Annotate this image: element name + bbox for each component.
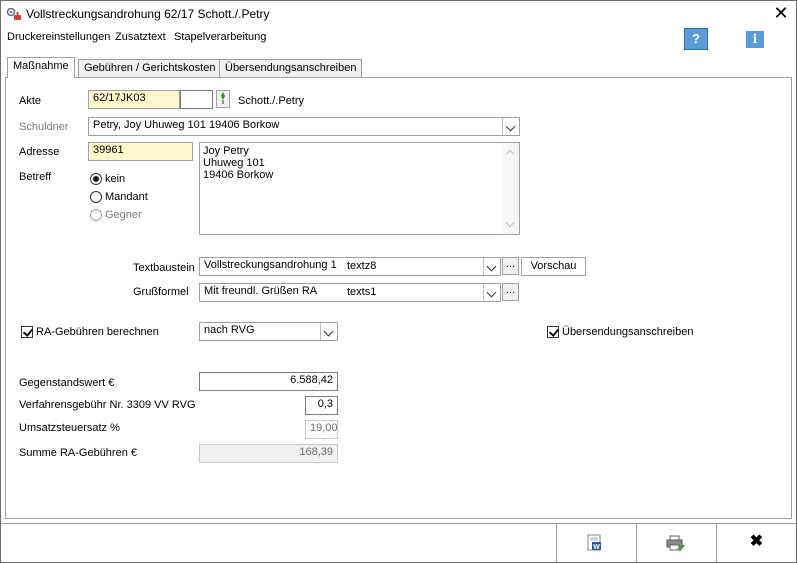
textbaustein-value: Vollstreckungsandrohung 1 xyxy=(204,259,337,271)
ra-gebuehren-label: RA-Gebühren berechnen xyxy=(36,326,159,338)
akte-label: Akte xyxy=(19,95,42,107)
akte-suffix-input[interactable] xyxy=(180,90,213,109)
ust-input[interactable]: 19,00 xyxy=(305,420,338,439)
schuldner-combo[interactable]: Petry, Joy Uhuweg 101 19406 Borkow xyxy=(88,117,520,136)
rvg-combo[interactable]: nach RVG xyxy=(199,322,338,341)
verfahrensgebuehr-label: Verfahrensgebühr Nr. 3309 VV RVG xyxy=(19,399,196,411)
grussformel-value: Mit freundl. Grüßen RA xyxy=(204,285,318,297)
grussformel-browse-button[interactable]: ... xyxy=(502,283,519,301)
textbaustein-label: Textbaustein xyxy=(133,262,195,274)
pin-icon xyxy=(221,92,225,104)
address-line: Uhuweg 101 xyxy=(203,157,265,169)
summe-input: 168,39 xyxy=(199,444,338,463)
menu-zusatztext[interactable]: Zusatztext xyxy=(115,31,166,43)
gegenstandswert-input[interactable]: 6.588,42 xyxy=(199,372,338,391)
grussformel-label: Grußformel xyxy=(133,286,189,298)
close-icon: ✖ xyxy=(749,533,764,550)
betreff-kein-label: kein xyxy=(105,173,126,185)
menu-stapelverarbeitung[interactable]: Stapelverarbeitung xyxy=(174,31,266,43)
help-icon: ? xyxy=(692,31,700,46)
print-button[interactable] xyxy=(636,524,716,562)
address-line: Joy Petry xyxy=(203,145,249,157)
help-button[interactable]: ? xyxy=(684,28,708,50)
word-export-button[interactable]: W xyxy=(556,524,636,562)
akte-input[interactable]: 62/17JK03 xyxy=(88,90,180,109)
textbaustein-browse-button[interactable]: ... xyxy=(502,257,519,275)
betreff-label: Betreff xyxy=(19,171,52,183)
window-close-button[interactable]: ✕ xyxy=(770,3,792,23)
info-icon: i xyxy=(752,32,758,46)
printer-check-icon xyxy=(666,535,685,552)
address-textarea[interactable]: Joy Petry Uhuweg 101 19406 Borkow xyxy=(199,142,520,235)
schuldner-value: Petry, Joy Uhuweg 101 19406 Borkow xyxy=(93,119,280,131)
rvg-value: nach RVG xyxy=(204,324,255,336)
gear-stamp-icon xyxy=(6,7,21,20)
tab-gebuehren[interactable]: Gebühren / Gerichtskosten xyxy=(78,59,222,77)
schuldner-label: Schuldner xyxy=(19,121,69,133)
menu-druckereinstellungen[interactable]: Druckereinstellungen xyxy=(7,31,110,43)
textbaustein-combo[interactable]: Vollstreckungsandrohung 1 textz8 xyxy=(199,257,501,276)
uebersendung-label: Übersendungsanschreiben xyxy=(562,326,694,338)
grussformel-combo[interactable]: Mit freundl. Grüßen RA texts1 xyxy=(199,283,501,302)
chevron-down-icon[interactable] xyxy=(483,284,500,301)
akte-pick-button[interactable] xyxy=(216,90,230,108)
vorschau-button[interactable]: Vorschau xyxy=(521,257,586,276)
gegenstandswert-label: Gegenstandswert € xyxy=(19,377,115,389)
betreff-radio-mandant[interactable] xyxy=(90,191,102,203)
scroll-down-icon xyxy=(505,218,515,228)
tab-uebersendung[interactable]: Übersendungsanschreiben xyxy=(219,59,363,77)
summe-label: Summe RA-Gebühren € xyxy=(19,447,137,459)
scroll-up-icon xyxy=(505,149,515,159)
uebersendung-checkbox[interactable] xyxy=(547,326,559,338)
window-title: Vollstreckungsandrohung 62/17 Schott./.P… xyxy=(26,7,270,21)
address-scrollbar[interactable] xyxy=(502,143,519,234)
info-button[interactable]: i xyxy=(746,31,764,48)
tab-massnahme[interactable]: Maßnahme xyxy=(7,57,75,78)
verfahrensgebuehr-input[interactable]: 0,3 xyxy=(305,396,338,415)
betreff-gegner-label: Gegner xyxy=(105,209,142,221)
textbaustein-code: textz8 xyxy=(347,260,377,272)
betreff-radio-kein[interactable] xyxy=(90,173,102,185)
grussformel-code: texts1 xyxy=(347,286,377,298)
chevron-down-icon[interactable] xyxy=(320,323,337,340)
chevron-down-icon[interactable] xyxy=(483,258,500,275)
adresse-label: Adresse xyxy=(19,146,60,158)
akte-name: Schott./.Petry xyxy=(238,95,305,107)
address-line: 19406 Borkow xyxy=(203,169,274,181)
close-button[interactable]: ✖ xyxy=(716,524,796,562)
chevron-down-icon[interactable] xyxy=(502,118,519,135)
betreff-radio-gegner[interactable] xyxy=(90,209,102,221)
ra-gebuehren-checkbox[interactable] xyxy=(21,326,33,338)
adresse-input[interactable]: 39961 xyxy=(88,142,193,161)
ust-label: Umsatzsteuersatz % xyxy=(19,422,120,434)
betreff-mandant-label: Mandant xyxy=(105,191,148,203)
svg-text:W: W xyxy=(593,544,600,551)
word-document-icon: W xyxy=(587,534,601,551)
